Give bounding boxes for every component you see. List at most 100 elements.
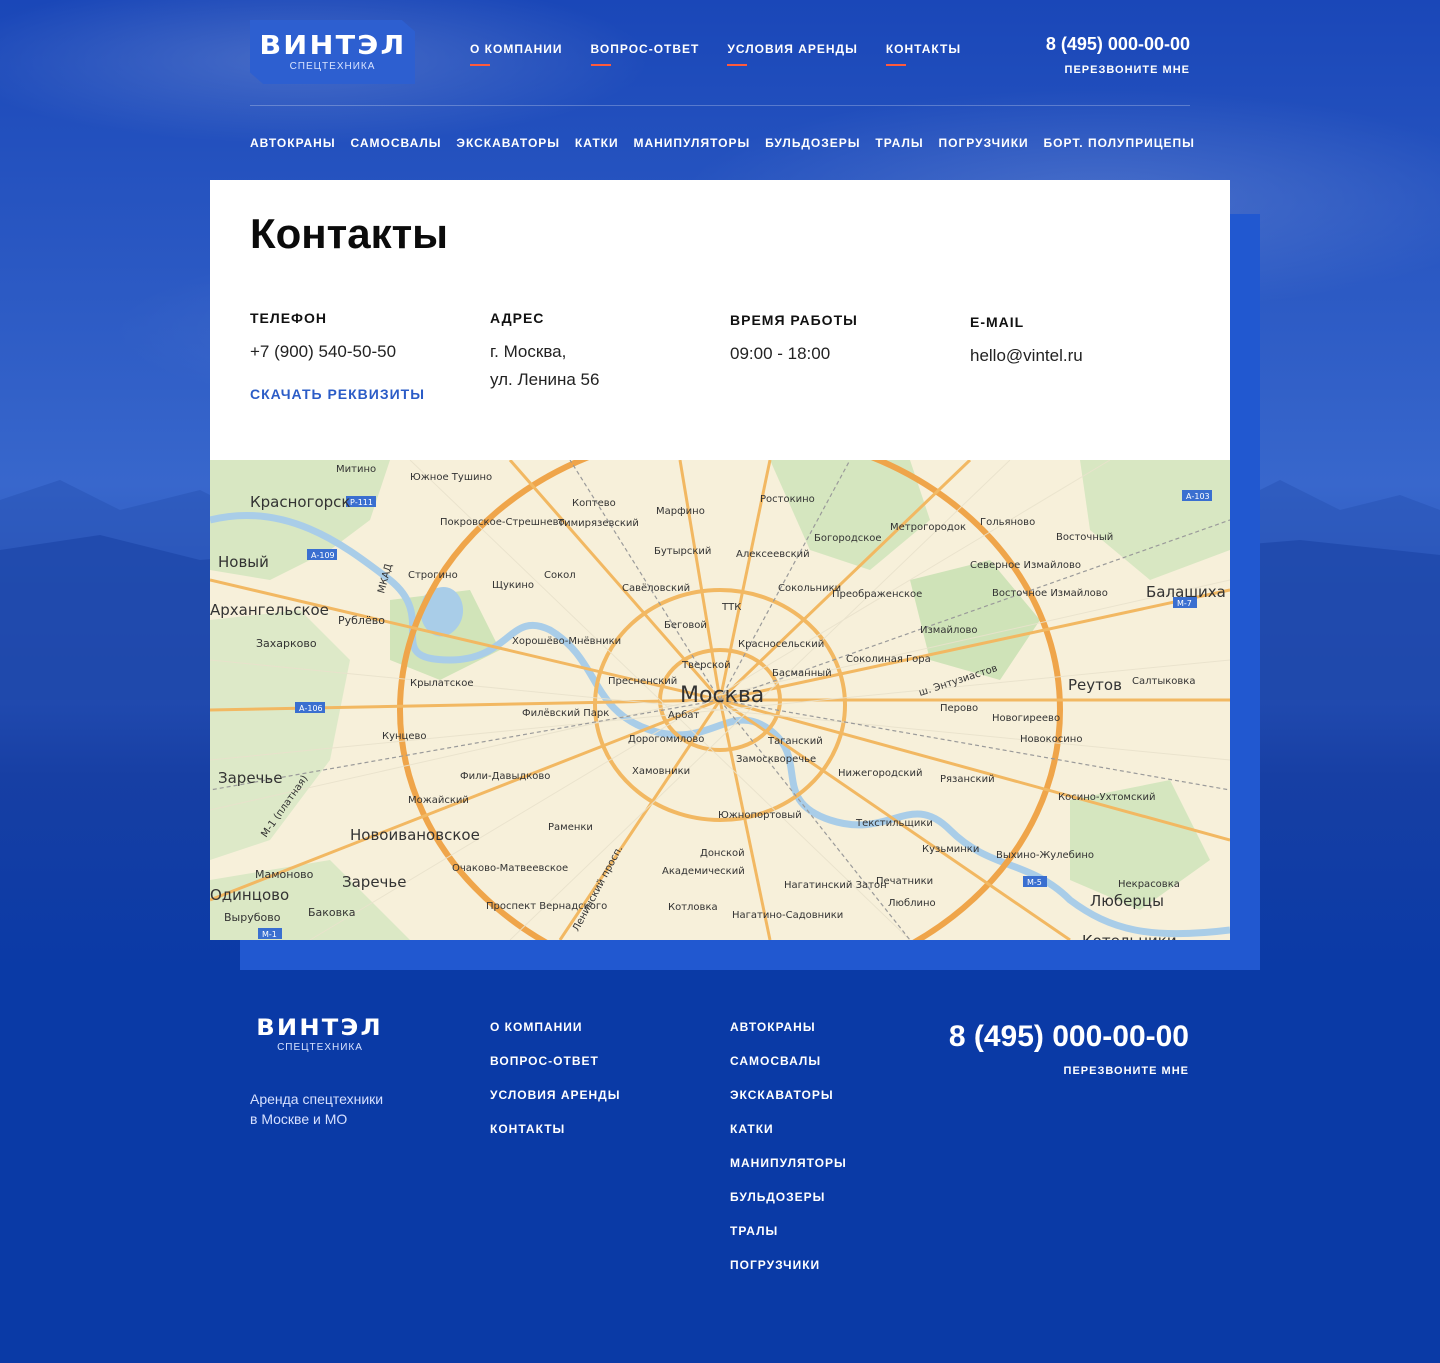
map-label-balashikha: Балашиха [1146,583,1226,601]
map-district-vostochny: Восточный [1056,532,1113,543]
map-district-rostokino: Ростокино [760,494,815,505]
nav-link-rent-terms[interactable]: УСЛОВИЯ АРЕНДЫ [727,42,857,66]
footer-category-rollers[interactable]: КАТКИ [730,1122,847,1136]
header-callback-link[interactable]: ПЕРЕЗВОНИТЕ МНЕ [1065,64,1190,76]
map-district-khamovniki: Хамовники [632,766,690,777]
map-label-moscow: Москва [680,683,764,708]
map-district-nekrasovka: Некрасовка [1118,879,1180,890]
map-district-south-tushino: Южное Тушино [410,472,492,483]
phone-value[interactable]: +7 (900) 540-50-50 [250,338,480,366]
nav-link-about[interactable]: О КОМПАНИИ [470,42,563,66]
footer-logo[interactable]: ВИНТЭЛ СПЕЦТЕХНИКА [250,1016,390,1054]
location-map[interactable]: Р-111 А-109 А-106 А-103 М-7 М-5 М-1 Крас… [210,460,1230,940]
top-nav: О КОМПАНИИ ВОПРОС-ОТВЕТ УСЛОВИЯ АРЕНДЫ К… [470,42,961,66]
map-district-khoroshevo: Хорошёво-Мнёвники [512,636,621,647]
footer-link-contacts[interactable]: КОНТАКТЫ [490,1122,620,1136]
footer-category-loaders[interactable]: ПОГРУЗЧИКИ [730,1258,847,1272]
footer-logo-wordmark: ВИНТЭЛ [256,1016,384,1041]
map-district-pokrovskoe: Покровское-Стрешнево [440,517,565,528]
map-district-mozhaysky: Можайский [408,795,469,806]
map-district-ramenki: Раменки [548,822,593,833]
contact-address-block: АДРЕС г. Москва, ул. Ленина 56 [490,310,720,394]
map-district-kuntsevo: Кунцево [382,731,427,742]
map-label-zarechye: Заречье [342,873,407,891]
map-label-kotelniki: Котельники [1082,932,1177,940]
map-district-sokol: Сокол [544,570,576,581]
map-district-nagatino-sadovniki: Нагатино-Садовники [732,910,843,921]
map-district-saltykovka: Салтыковка [1132,676,1195,687]
page-title: Контакты [250,210,449,257]
map-district-ochakovo: Очаково-Матвеевское [452,863,568,874]
footer-category-autocranes[interactable]: АВТОКРАНЫ [730,1020,847,1034]
nav-link-contacts[interactable]: КОНТАКТЫ [885,42,961,66]
header-phone[interactable]: 8 (495) 000-00-00 [1046,34,1190,55]
footer-link-about[interactable]: О КОМПАНИИ [490,1020,620,1034]
map-canvas[interactable]: Р-111 А-109 А-106 А-103 М-7 М-5 М-1 Крас… [210,460,1230,940]
category-link-loaders[interactable]: ПОГРУЗЧИКИ [939,136,1029,150]
footer-link-faq[interactable]: ВОПРОС-ОТВЕТ [490,1054,620,1068]
map-district-kuzminki: Кузьминки [922,844,979,855]
email-value[interactable]: hello@vintel.ru [970,342,1200,370]
hours-label: ВРЕМЯ РАБОТЫ [730,312,858,328]
map-district-kosino: Косино-Ухтомский [1058,792,1156,803]
map-district-nagatinsky-zaton: Нагатинский Затон [784,880,887,891]
footer-category-dump-trucks[interactable]: САМОСВАЛЫ [730,1054,847,1068]
site-header: ВИНТЭЛ СПЕЦТЕХНИКА О КОМПАНИИ ВОПРОС-ОТВ… [250,20,1190,106]
map-district-donskoy: Донской [700,848,745,859]
category-link-dump-trucks[interactable]: САМОСВАЛЫ [350,136,441,150]
map-district-ryazansky: Рязанский [940,774,995,785]
address-value: г. Москва, ул. Ленина 56 [490,338,720,394]
route-badge-r111: Р-111 [350,498,373,507]
map-district-east-izmaylovo: Восточное Измайлово [992,588,1108,599]
footer-category-trawls[interactable]: ТРАЛЫ [730,1224,847,1238]
category-link-excavators[interactable]: ЭКСКАВАТОРЫ [456,136,560,150]
footer-category-bulldozers[interactable]: БУЛЬДОЗЕРЫ [730,1190,847,1204]
map-district-dorogomilovo: Дорогомилово [628,734,704,745]
contact-hours-block: ВРЕМЯ РАБОТЫ 09:00 - 18:00 [730,312,960,368]
map-district-koptevo: Коптево [572,498,616,509]
route-badge-a103: А-103 [1186,492,1210,501]
map-district-novokosino: Новокосино [1020,734,1082,745]
address-line-2: ул. Ленина 56 [490,370,600,389]
map-district-sokolinaya-gora: Соколиная Гора [846,654,931,665]
map-district-mitino: Митино [336,464,376,475]
route-badge-a109: А-109 [311,551,335,560]
logo-wordmark: ВИНТЭЛ [258,30,407,61]
map-district-bogorodskoe: Богородское [814,533,882,544]
download-details-link[interactable]: СКАЧАТЬ РЕКВИЗИТЫ [250,386,480,402]
route-badge-m5: М-5 [1027,878,1042,887]
contact-email-block: E-MAIL hello@vintel.ru [970,314,1200,370]
map-label-novy: Новый [218,553,269,571]
header-logo[interactable]: ВИНТЭЛ СПЕЦТЕХНИКА [250,20,415,84]
category-link-rollers[interactable]: КАТКИ [575,136,619,150]
footer-description-line-1: Аренда спецтехники [250,1091,384,1107]
category-link-bulldozers[interactable]: БУЛЬДОЗЕРЫ [765,136,860,150]
site-footer: ВИНТЭЛ СПЕЦТЕХНИКА Аренда спецтехники в … [0,1000,1440,1363]
map-district-tverskoy: Тверской [681,660,731,671]
map-district-nizhegorodsky: Нижегородский [838,768,922,779]
category-link-autocranes[interactable]: АВТОКРАНЫ [250,136,336,150]
map-label-vyrubovo: Вырубово [224,911,281,924]
map-district-arbat: Арбат [668,710,699,721]
phone-label: ТЕЛЕФОН [250,310,327,326]
map-district-preobrazhenskoe: Преображенское [832,589,922,600]
footer-callback-link[interactable]: ПЕРЕЗВОНИТЕ МНЕ [1064,1065,1189,1077]
footer-category-excavators[interactable]: ЭКСКАВАТОРЫ [730,1088,847,1102]
map-district-shchukino: Щукино [492,580,534,591]
header-divider [250,105,1190,106]
map-label-novoivanovskoe: Новоивановское [350,826,480,844]
map-label-bakovka: Баковка [308,906,356,919]
map-district-marfino: Марфино [656,506,705,517]
footer-category-manipulators[interactable]: МАНИПУЛЯТОРЫ [730,1156,847,1170]
email-label: E-MAIL [970,314,1025,330]
map-district-filevsky-park: Филёвский Парк [522,708,609,719]
footer-link-rent-terms[interactable]: УСЛОВИЯ АРЕНДЫ [490,1088,620,1102]
nav-link-faq[interactable]: ВОПРОС-ОТВЕТ [590,42,700,66]
category-link-semitrailers[interactable]: БОРТ. ПОЛУПРИЦЕПЫ [1044,136,1195,150]
footer-phone[interactable]: 8 (495) 000-00-00 [949,1020,1189,1054]
map-district-strogino: Строгино [408,570,458,581]
map-label-lyubertsy: Люберцы [1090,892,1164,910]
category-link-manipulators[interactable]: МАНИПУЛЯТОРЫ [633,136,750,150]
map-district-tekstilshchiki: Текстильщики [855,818,933,829]
category-link-trawls[interactable]: ТРАЛЫ [875,136,923,150]
